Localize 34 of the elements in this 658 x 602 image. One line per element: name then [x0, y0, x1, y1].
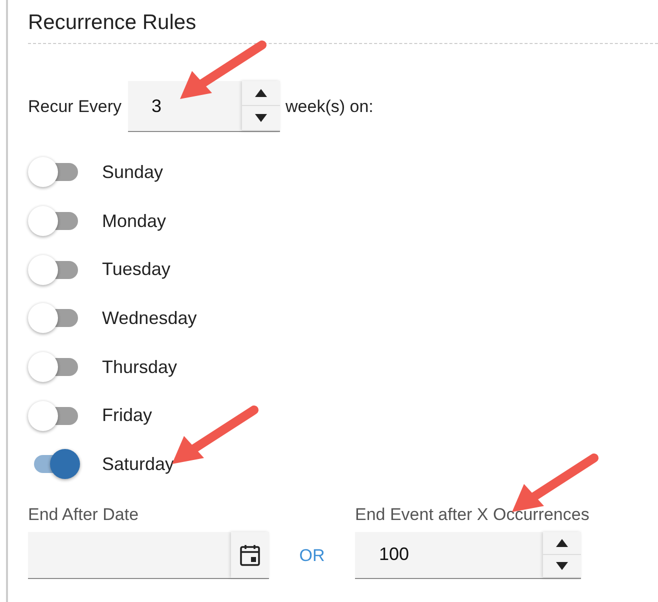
unit-label: week(s) on:: [286, 96, 374, 116]
field-label: End Event after X Occurrences: [355, 504, 590, 525]
day-label: Wednesday: [102, 308, 197, 329]
field-value: 100: [379, 544, 410, 566]
down-triangle-icon: [556, 562, 568, 570]
section-title: Recurrence Rules: [28, 0, 658, 44]
day-label: Saturday: [102, 454, 174, 475]
increment-button[interactable]: [242, 81, 280, 106]
day-toggle[interactable]: [28, 400, 80, 432]
day-label: Thursday: [102, 356, 178, 378]
up-triangle-icon: [254, 89, 267, 97]
day-toggle[interactable]: [28, 156, 80, 188]
calendar-button[interactable]: [231, 532, 269, 578]
day-toggle[interactable]: [28, 302, 80, 334]
interval-field[interactable]: 3: [128, 81, 280, 132]
day-toggle[interactable]: [28, 351, 80, 384]
day-label: Friday: [102, 405, 152, 426]
up-triangle-icon: [556, 538, 568, 547]
day-toggle[interactable]: [28, 254, 80, 286]
field-value: 3: [152, 96, 162, 116]
field-label: End After Date: [28, 504, 140, 525]
day-label: Sunday: [102, 162, 164, 183]
day-label: Tuesday: [102, 259, 170, 280]
recur-label: Recur Every: [28, 96, 122, 116]
day-toggle[interactable]: [28, 205, 80, 238]
or-label: OR: [298, 546, 326, 567]
day-label: Monday: [102, 210, 166, 232]
calendar-icon: [240, 544, 260, 566]
decrement-button[interactable]: [242, 106, 280, 131]
increment-button[interactable]: [543, 532, 581, 555]
occurrences-field[interactable]: 100: [355, 532, 581, 579]
down-triangle-icon: [254, 114, 267, 122]
decrement-button[interactable]: [543, 554, 581, 578]
date-field[interactable]: [28, 532, 269, 579]
